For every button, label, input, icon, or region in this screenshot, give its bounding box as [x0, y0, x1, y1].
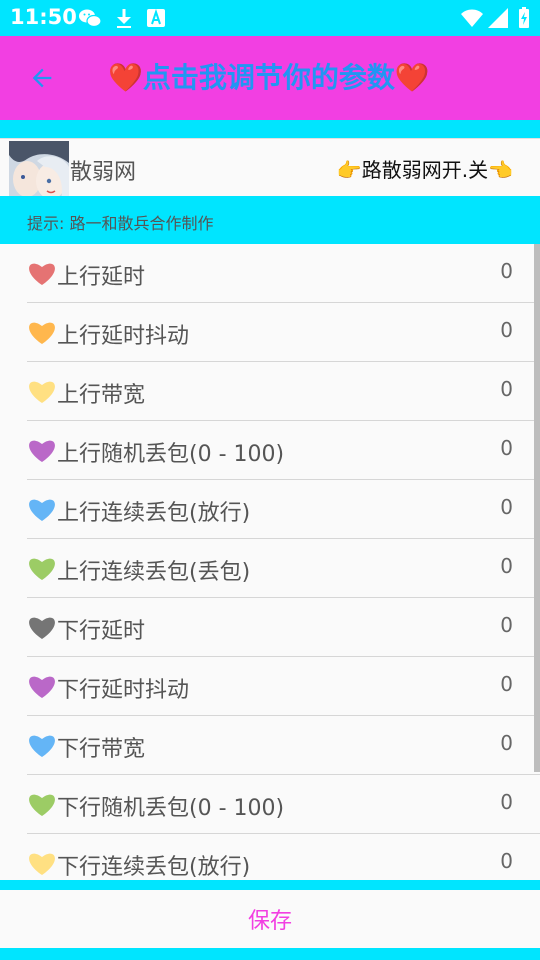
- avatar: [9, 141, 69, 201]
- param-label: 下行延时抖动: [57, 678, 190, 703]
- heart-icon: [29, 263, 55, 285]
- param-value: 0: [500, 259, 513, 283]
- app-bar: ❤️点击我调节你的参数❤️: [0, 36, 540, 120]
- param-item-uplink-random-loss[interactable]: 上行随机丢包(0 - 100) 0: [27, 421, 540, 480]
- param-value: 0: [500, 436, 513, 460]
- page-title: ❤️点击我调节你的参数❤️: [108, 61, 430, 94]
- param-label: 上行连续丢包(丢包): [57, 560, 251, 585]
- heart-icon: [29, 381, 55, 403]
- bottom-strip: [0, 948, 540, 960]
- param-value: 0: [500, 495, 513, 519]
- status-bar: 11:50: [0, 0, 540, 36]
- param-item-downlink-burst-pass[interactable]: 下行连续丢包(放行) 0: [27, 834, 540, 880]
- param-value: 0: [500, 377, 513, 401]
- param-label: 上行延时: [57, 265, 146, 290]
- param-item-downlink-random-loss[interactable]: 下行随机丢包(0 - 100) 0: [27, 775, 540, 834]
- param-item-uplink-jitter[interactable]: 上行延时抖动 0: [27, 303, 540, 362]
- param-list[interactable]: 上行延时 0 上行延时抖动 0 上行带宽 0 上行随机丢包(0 - 100) 0…: [0, 244, 540, 880]
- hint-text: 提示: 路一和散兵合作制作: [27, 214, 214, 233]
- hint-bar: 提示: 路一和散兵合作制作: [0, 196, 540, 244]
- back-button[interactable]: [22, 58, 62, 98]
- param-label: 上行连续丢包(放行): [57, 501, 251, 526]
- download-icon: [117, 9, 131, 28]
- param-value: 0: [500, 613, 513, 637]
- wifi-icon: [461, 9, 483, 27]
- param-value: 0: [500, 849, 513, 873]
- param-item-uplink-delay[interactable]: 上行延时 0: [27, 244, 540, 303]
- heart-icon: [29, 499, 55, 521]
- param-value: 0: [500, 672, 513, 696]
- param-item-downlink-jitter[interactable]: 下行延时抖动 0: [27, 657, 540, 716]
- param-label: 下行带宽: [57, 737, 146, 762]
- heart-icon: [29, 558, 55, 580]
- param-item-downlink-delay[interactable]: 下行延时 0: [27, 598, 540, 657]
- heart-icon: [29, 676, 55, 698]
- font-icon: [147, 8, 165, 27]
- weak-network-switch-row[interactable]: 散弱网 👉路散弱网开.关👈: [0, 138, 540, 201]
- param-value: 0: [500, 554, 513, 578]
- param-value: 0: [500, 731, 513, 755]
- save-divider: [0, 880, 540, 890]
- heart-icon: [29, 322, 55, 344]
- weak-network-toggle[interactable]: 👉路散弱网开.关👈: [337, 154, 513, 183]
- battery-icon: [519, 7, 529, 28]
- param-item-uplink-burst-pass[interactable]: 上行连续丢包(放行) 0: [27, 480, 540, 539]
- heart-icon: [29, 440, 55, 462]
- param-label: 上行延时抖动: [57, 324, 190, 349]
- switch-label: 散弱网: [70, 160, 137, 185]
- param-item-uplink-burst-drop[interactable]: 上行连续丢包(丢包) 0: [27, 539, 540, 598]
- heart-icon: [29, 617, 55, 639]
- signal-icon: [488, 8, 508, 28]
- param-label: 下行随机丢包(0 - 100): [57, 796, 285, 821]
- heart-icon: [29, 853, 55, 875]
- param-value: 0: [500, 318, 513, 342]
- wechat-icon: [79, 9, 102, 28]
- param-label: 上行带宽: [57, 383, 146, 408]
- arrow-back-icon: [32, 68, 52, 88]
- param-value: 0: [500, 790, 513, 814]
- param-label: 下行连续丢包(放行): [57, 855, 251, 880]
- param-item-uplink-bandwidth[interactable]: 上行带宽 0: [27, 362, 540, 421]
- heart-icon: [29, 735, 55, 757]
- param-label: 下行延时: [57, 619, 146, 644]
- save-label: 保存: [247, 909, 292, 934]
- heart-icon: [29, 794, 55, 816]
- param-item-downlink-bandwidth[interactable]: 下行带宽 0: [27, 716, 540, 775]
- status-time: 11:50: [10, 5, 77, 29]
- save-button[interactable]: 保存: [0, 890, 540, 948]
- param-label: 上行随机丢包(0 - 100): [57, 442, 285, 467]
- scrollbar[interactable]: [534, 244, 540, 772]
